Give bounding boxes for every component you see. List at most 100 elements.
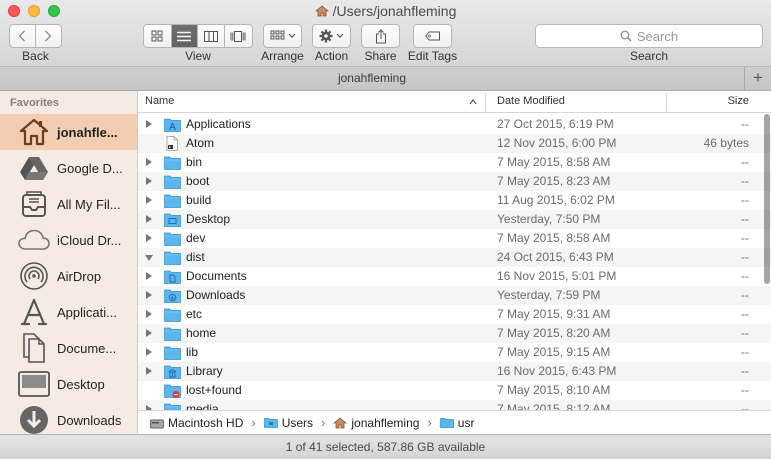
path-crumb-jonahfleming[interactable]: jonahfleming [333, 416, 419, 430]
file-row[interactable]: Desktop Yesterday, 7:50 PM -- [138, 210, 771, 229]
column-divider[interactable] [485, 93, 486, 111]
disclosure-triangle-icon[interactable] [146, 291, 152, 299]
file-row[interactable]: etc 7 May 2015, 9:31 AM -- [138, 305, 771, 324]
back-label: Back [22, 49, 49, 63]
icon-view-button[interactable] [144, 25, 172, 47]
list-view-button[interactable] [171, 25, 199, 47]
share-button[interactable] [361, 24, 400, 48]
tab-jonahfleming[interactable]: jonahfleming [0, 67, 745, 90]
hard-drive-icon [150, 419, 164, 428]
tag-icon [424, 31, 440, 41]
file-name: Library [186, 364, 223, 378]
column-header-size[interactable]: Size [728, 95, 749, 107]
back-button[interactable] [10, 25, 36, 47]
sidebar-item-downloads[interactable]: Downloads [0, 402, 137, 434]
sidebar-item-applications[interactable]: Applicati... [0, 294, 137, 330]
file-row[interactable]: lost+found 7 May 2015, 8:10 AM -- [138, 381, 771, 400]
file-size: -- [741, 288, 749, 302]
chevron-left-icon [18, 30, 26, 42]
file-row[interactable]: Downloads Yesterday, 7:59 PM -- [138, 286, 771, 305]
downloads-icon [17, 403, 51, 434]
file-row[interactable]: dev 7 May 2015, 8:58 AM -- [138, 229, 771, 248]
column-divider[interactable] [666, 93, 667, 111]
list-view-icon [177, 31, 192, 41]
file-name: lost+found [186, 383, 242, 397]
path-crumb-label: jonahfleming [351, 415, 420, 430]
file-size: -- [741, 174, 749, 188]
back-forward-control [9, 24, 62, 48]
disclosure-triangle-icon[interactable] [146, 158, 152, 166]
file-row[interactable]: Library 16 Nov 2015, 6:43 PM -- [138, 362, 771, 381]
path-crumb-usr[interactable]: usr [439, 415, 475, 430]
path-crumb-label: usr [457, 415, 475, 430]
edit-tags-button[interactable] [413, 24, 452, 48]
column-header-row: Name Date Modified Size [138, 91, 771, 113]
forward-button[interactable] [36, 25, 61, 47]
folder-icon [164, 232, 181, 246]
file-date-modified: 24 Oct 2015, 6:43 PM [497, 250, 614, 264]
disclosure-triangle-icon[interactable] [146, 196, 152, 204]
vertical-scrollbar[interactable] [764, 114, 771, 410]
file-date-modified: 11 Aug 2015, 6:02 PM [497, 193, 615, 207]
folder-icon [164, 175, 181, 189]
disclosure-triangle-icon[interactable] [146, 272, 152, 280]
disclosure-triangle-icon[interactable] [146, 367, 152, 375]
desktop-icon [17, 367, 51, 401]
search-label: Search [629, 49, 669, 63]
file-row[interactable]: media 7 May 2015, 8:12 AM -- [138, 400, 771, 410]
sidebar-item-airdrop[interactable]: AirDrop [0, 258, 137, 294]
search-placeholder: Search [636, 28, 679, 44]
column-header-date-modified[interactable]: Date Modified [497, 95, 565, 107]
sidebar-item-desktop[interactable]: Desktop [0, 366, 137, 402]
sidebar-item-home[interactable]: jonahfle... [0, 114, 137, 150]
disclosure-triangle-icon[interactable] [145, 255, 153, 261]
file-row[interactable]: bin 7 May 2015, 8:58 AM -- [138, 153, 771, 172]
sidebar-item-documents[interactable]: Docume... [0, 330, 137, 366]
disclosure-triangle-icon[interactable] [146, 177, 152, 185]
new-tab-button[interactable]: + [745, 67, 771, 90]
restricted-folder-icon [164, 384, 181, 398]
downloads-folder-icon [164, 289, 181, 303]
sidebar-item-all-my-files[interactable]: All My Fil... [0, 186, 137, 222]
file-row[interactable]: lib 7 May 2015, 9:15 AM -- [138, 343, 771, 362]
action-button[interactable] [312, 24, 351, 48]
file-size: -- [741, 250, 749, 264]
cover-flow-button[interactable] [225, 25, 252, 47]
file-row[interactable]: Documents 16 Nov 2015, 5:01 PM -- [138, 267, 771, 286]
file-row[interactable]: dist 24 Oct 2015, 6:43 PM -- [138, 248, 771, 267]
arrange-button[interactable] [263, 24, 302, 48]
disclosure-triangle-icon[interactable] [146, 310, 152, 318]
file-date-modified: 16 Nov 2015, 5:01 PM [497, 269, 617, 283]
sidebar-item-label: AirDrop [57, 268, 102, 284]
path-crumb-macintosh-hd[interactable]: Macintosh HD [150, 416, 243, 430]
path-crumb-users[interactable]: Users [263, 416, 313, 430]
file-row[interactable]: build 11 Aug 2015, 6:02 PM -- [138, 191, 771, 210]
sidebar-item-google-drive[interactable]: Google D... [0, 150, 137, 186]
file-size: -- [741, 231, 749, 245]
sidebar: Favorites jonahfle... Google D... All My… [0, 91, 138, 434]
sidebar-item-label: jonahfle... [57, 124, 118, 140]
file-row[interactable]: boot 7 May 2015, 8:23 AM -- [138, 172, 771, 191]
window-title: /Users/jonahfleming [0, 3, 771, 19]
file-name: Atom [186, 136, 215, 150]
gear-icon [319, 29, 343, 43]
file-row[interactable]: home 7 May 2015, 8:20 AM -- [138, 324, 771, 343]
scrollbar-thumb[interactable] [764, 114, 770, 284]
disclosure-triangle-icon[interactable] [146, 234, 152, 242]
column-header-name[interactable]: Name [145, 95, 174, 107]
search-input[interactable]: Search [535, 24, 763, 48]
file-size: -- [741, 402, 749, 410]
column-view-button[interactable] [198, 25, 225, 47]
file-row[interactable]: Applications 27 Oct 2015, 6:19 PM -- [138, 115, 771, 134]
disclosure-triangle-icon[interactable] [146, 329, 152, 337]
share-label: Share [364, 49, 397, 63]
path-crumb-label: Macintosh HD [168, 415, 244, 430]
folder-icon [164, 194, 181, 208]
path-separator: › [251, 415, 256, 430]
disclosure-triangle-icon[interactable] [146, 215, 152, 223]
disclosure-triangle-icon[interactable] [146, 348, 152, 356]
folder-icon [164, 327, 181, 341]
file-row[interactable]: Atom 12 Nov 2015, 6:00 PM 46 bytes [138, 134, 771, 153]
disclosure-triangle-icon[interactable] [146, 120, 152, 128]
sidebar-item-icloud-drive[interactable]: iCloud Dr... [0, 222, 137, 258]
